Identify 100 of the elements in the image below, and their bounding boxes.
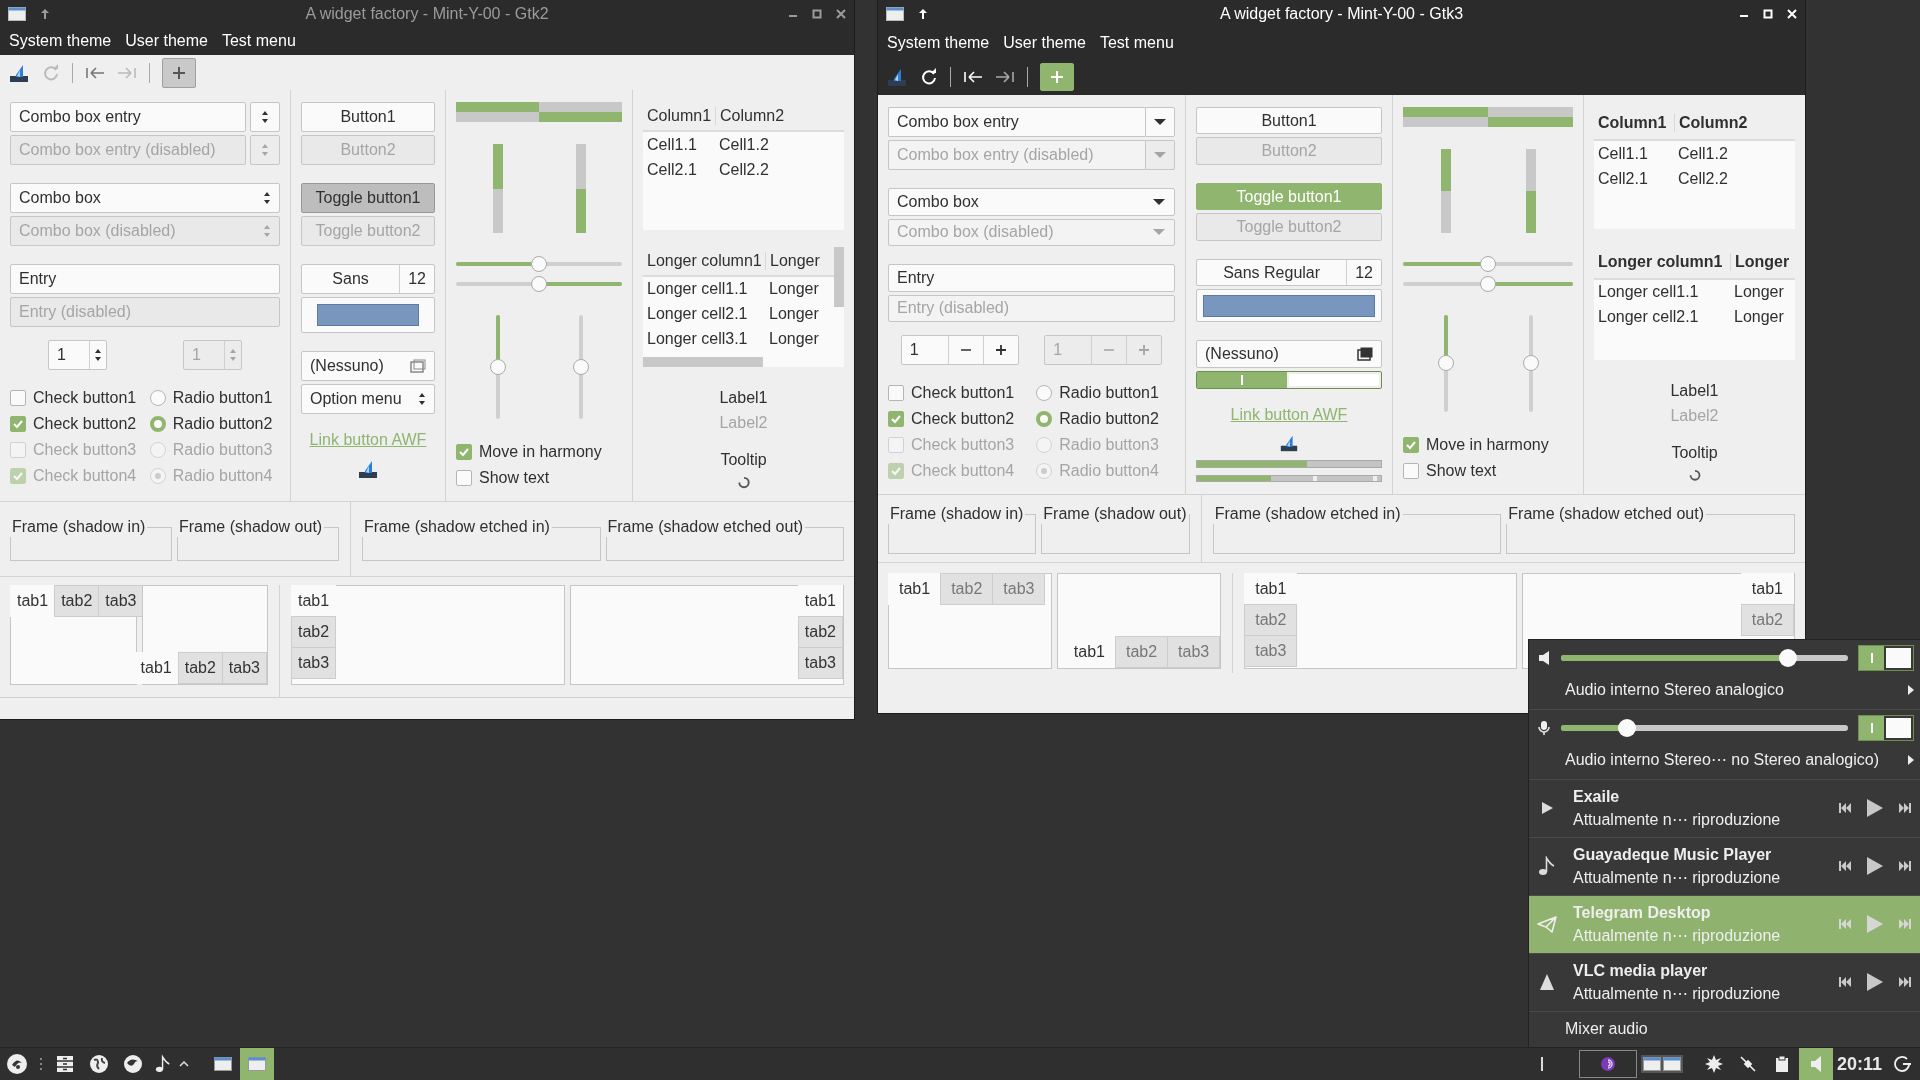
mixer-menu-item[interactable]: Mixer audio <box>1529 1011 1920 1047</box>
workspace-pager[interactable] <box>1578 1050 1637 1078</box>
toggle-switch[interactable] <box>1858 644 1914 671</box>
power-icon[interactable] <box>1894 1055 1912 1073</box>
plus-icon[interactable] <box>994 344 1007 356</box>
font-button[interactable]: Sans 12 <box>301 264 435 294</box>
checkbox[interactable] <box>888 411 904 427</box>
player-item[interactable]: VLC media player Attualmente n⋯ riproduzione <box>1529 953 1920 1012</box>
color-button[interactable] <box>301 297 435 333</box>
column-header[interactable]: Column2 <box>1674 114 1752 132</box>
next-icon[interactable] <box>1898 977 1912 988</box>
music-note-icon[interactable] <box>155 1054 171 1074</box>
device-menu-item[interactable]: Audio interno Stereo⋯ no Stereo analogico) <box>1529 745 1920 780</box>
spin-button[interactable]: 1 <box>48 340 107 370</box>
drawer-icon[interactable] <box>56 1055 74 1073</box>
combo-box[interactable]: Combo box <box>888 188 1175 216</box>
slider-thumb[interactable] <box>531 276 547 293</box>
option-menu[interactable]: Option menu <box>301 384 435 414</box>
add-button[interactable] <box>1040 62 1074 91</box>
checkbox[interactable] <box>10 390 26 406</box>
last-arrow-icon[interactable] <box>995 69 1015 84</box>
notebook-tab[interactable]: tab1 <box>888 573 942 605</box>
next-icon[interactable] <box>1898 861 1912 872</box>
radio-indicator[interactable] <box>1036 385 1053 401</box>
play-icon[interactable] <box>1866 856 1884 877</box>
slider-thumb[interactable] <box>531 256 547 273</box>
slider[interactable] <box>571 315 590 419</box>
slider-thumb[interactable] <box>1522 355 1539 372</box>
column-header[interactable]: Longer column1 <box>1594 252 1730 271</box>
check-button[interactable]: Show text <box>1403 460 1573 482</box>
volume-slider[interactable] <box>1561 718 1848 737</box>
starburst-icon[interactable] <box>1704 1055 1723 1073</box>
radio-button[interactable]: Radio button2 <box>149 413 280 435</box>
scrollbar[interactable] <box>643 356 763 367</box>
volume-button[interactable] <box>1798 1047 1833 1080</box>
play-icon[interactable] <box>1866 972 1884 993</box>
toggle-switch[interactable] <box>1858 714 1914 741</box>
checkbox[interactable] <box>1403 437 1419 453</box>
menu-item[interactable]: User theme <box>118 32 215 50</box>
taskbar-window-button[interactable] <box>240 1047 274 1080</box>
column-header[interactable]: Longer column1 <box>643 251 765 270</box>
check-button[interactable]: Check button1 <box>888 382 1031 404</box>
menu-icon[interactable] <box>6 1053 28 1075</box>
slider[interactable] <box>1403 274 1573 293</box>
clock[interactable]: 20:11 <box>1832 1053 1886 1075</box>
checkbox[interactable] <box>456 444 472 460</box>
up-arrow-icon[interactable] <box>918 7 928 20</box>
file-chooser-button[interactable]: (Nessuno) <box>1196 340 1382 368</box>
slider-thumb[interactable] <box>1778 648 1797 667</box>
previous-icon[interactable] <box>1838 803 1852 814</box>
previous-icon[interactable] <box>1838 861 1852 872</box>
checkbox[interactable] <box>10 416 26 432</box>
column-header[interactable]: Column1 <box>643 107 715 125</box>
color-button[interactable] <box>1196 289 1382 323</box>
slider[interactable] <box>456 275 622 294</box>
caret-up-icon[interactable] <box>179 1061 189 1067</box>
radio-indicator[interactable] <box>149 390 166 406</box>
notebook-tab[interactable]: tab3 <box>797 647 843 679</box>
notebook-tab[interactable]: tab3 <box>291 647 337 679</box>
toggle-switch[interactable] <box>1196 370 1382 390</box>
notebook-tab[interactable]: tab2 <box>1740 604 1794 636</box>
globe-icon[interactable] <box>89 1054 109 1074</box>
menu-item[interactable]: System theme <box>880 33 997 52</box>
menu-item[interactable]: Test menu <box>1092 33 1181 52</box>
notebook-tab[interactable]: tab3 <box>992 573 1046 605</box>
slider-thumb[interactable] <box>572 359 589 376</box>
volume-slider[interactable] <box>1561 648 1848 667</box>
push-button[interactable]: Button1 <box>301 102 435 132</box>
notebook-tab[interactable]: tab1 <box>291 585 337 617</box>
notebook-tab[interactable]: tab1 <box>1244 573 1298 605</box>
slider-thumb[interactable] <box>1618 718 1636 737</box>
previous-icon[interactable] <box>1838 977 1852 988</box>
spin-button[interactable]: 1 <box>900 335 1019 365</box>
radio-button[interactable]: Radio button2 <box>1036 408 1175 430</box>
notebook-tab[interactable]: tab3 <box>1244 635 1298 667</box>
slider[interactable] <box>488 315 507 419</box>
notebook-tab[interactable]: tab1 <box>10 585 56 617</box>
slider-thumb[interactable] <box>1480 275 1496 292</box>
menu-item[interactable]: System theme <box>2 32 119 50</box>
push-button[interactable]: Button1 <box>1196 107 1382 135</box>
check-button[interactable]: Show text <box>456 467 622 489</box>
column-header[interactable]: Column2 <box>715 107 789 125</box>
notebook-tab[interactable]: tab2 <box>797 616 843 648</box>
clipboard-icon[interactable] <box>1774 1055 1789 1073</box>
radio-indicator[interactable] <box>1036 411 1053 427</box>
notebook-tab[interactable]: tab3 <box>221 652 267 684</box>
refresh-icon[interactable] <box>920 67 938 86</box>
column-header[interactable]: Column1 <box>1594 114 1674 132</box>
slider[interactable] <box>456 255 622 274</box>
text-entry[interactable]: Entry <box>10 264 280 294</box>
player-item[interactable]: Guayadeque Music Player Attualmente n⋯ riproduzione <box>1529 837 1920 896</box>
radio-indicator[interactable] <box>149 416 166 432</box>
check-button[interactable]: Move in harmony <box>456 441 622 463</box>
notebook-tab[interactable]: tab2 <box>54 585 100 617</box>
slider-thumb[interactable] <box>489 359 506 376</box>
scrollbar[interactable] <box>834 246 844 307</box>
check-button[interactable]: Check button1 <box>10 387 144 409</box>
check-button[interactable]: Check button2 <box>888 408 1031 430</box>
check-button[interactable]: Check button2 <box>10 413 144 435</box>
column-header[interactable]: Longer <box>1730 252 1794 271</box>
